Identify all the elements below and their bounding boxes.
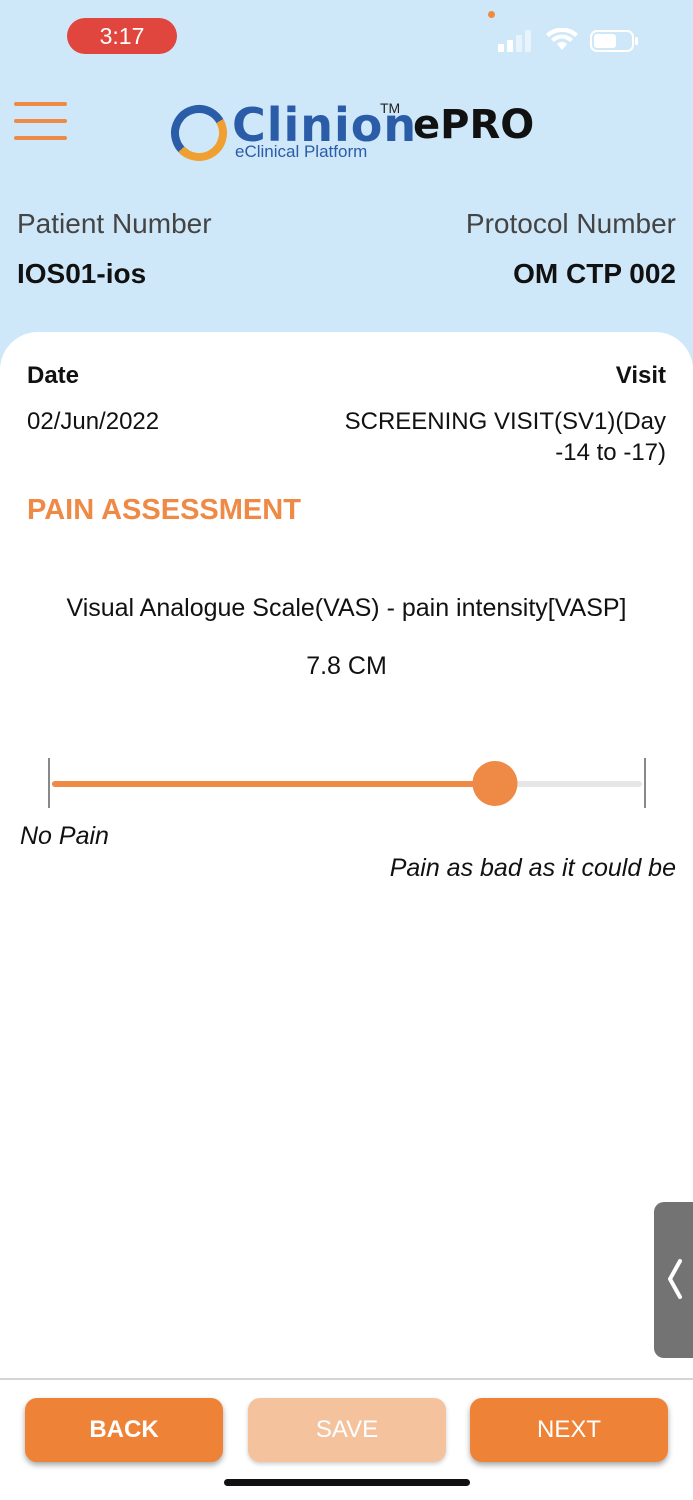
cellular-signal-icon	[498, 30, 531, 52]
slider-track[interactable]	[52, 781, 642, 787]
patient-number-label: Patient Number	[17, 208, 212, 239]
battery-icon	[590, 30, 638, 52]
patient-number-value: IOS01-ios	[17, 258, 147, 289]
save-button[interactable]: SAVE	[248, 1398, 446, 1462]
back-button[interactable]: BACK	[25, 1398, 223, 1462]
clinion-logo: Clinion TM eClinical Platform ePRO	[168, 98, 534, 166]
date-label: Date	[27, 362, 80, 389]
protocol-number-value: OM CTP 002	[513, 258, 676, 289]
wifi-icon	[546, 28, 578, 50]
chevron-left-icon	[668, 1259, 682, 1299]
logo-product: ePRO	[413, 102, 535, 148]
clinion-logo-ring-icon	[171, 105, 227, 161]
slider-min-tick	[48, 758, 50, 808]
vas-slider[interactable]	[48, 758, 646, 808]
question-text: Visual Analogue Scale(VAS) - pain intens…	[66, 594, 627, 622]
side-drawer-tab[interactable]	[654, 1202, 693, 1358]
footer-divider	[0, 1378, 693, 1380]
slider-thumb[interactable]	[472, 761, 517, 806]
logo-trademark: TM	[380, 100, 401, 116]
assessment-card: Date Visit 02/Jun/2022 SCREENING VISIT(S…	[0, 332, 693, 1500]
hamburger-menu-icon[interactable]	[14, 100, 68, 142]
status-bar: 3:17	[0, 0, 693, 80]
logo-tagline: eClinical Platform	[235, 142, 368, 161]
slider-fill	[52, 781, 495, 787]
slider-value-display: 7.8 CM	[306, 652, 387, 680]
home-indicator	[224, 1479, 470, 1486]
privacy-indicator-dot	[488, 11, 495, 18]
protocol-number-label: Protocol Number	[465, 208, 676, 239]
next-button[interactable]: NEXT	[470, 1398, 668, 1462]
section-title: PAIN ASSESSMENT	[27, 494, 301, 526]
visit-label: Visit	[615, 362, 666, 389]
slider-max-label: Pain as bad as it could be	[389, 854, 676, 882]
visit-value: SCREENING VISIT(SV1)(Day -14 to -17)	[344, 408, 666, 466]
status-time: 3:17	[67, 18, 177, 54]
slider-max-tick	[644, 758, 646, 808]
date-value: 02/Jun/2022	[27, 408, 160, 435]
slider-min-label: No Pain	[20, 822, 109, 850]
